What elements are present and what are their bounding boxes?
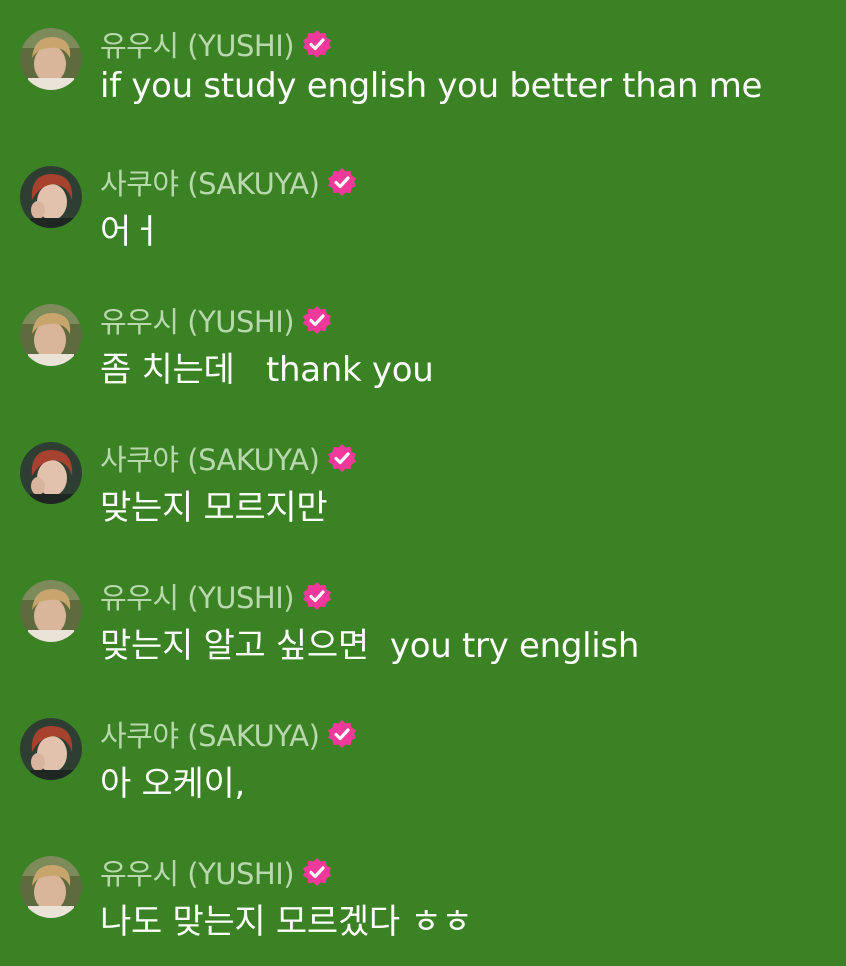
username: 유우시 (YUSHI) <box>100 29 295 63</box>
username: 유우시 (YUSHI) <box>100 857 295 891</box>
chat-message: 사쿠야 (SAKUYA) 맞는지 모르지만 <box>0 442 846 552</box>
verified-badge-icon <box>327 719 357 749</box>
chat-message: 유우시 (YUSHI) 맞는지 알고 싶으면 you try english <box>0 580 846 690</box>
username: 사쿠야 (SAKUYA) <box>100 167 320 201</box>
username-row: 사쿠야 (SAKUYA) <box>100 438 357 478</box>
message-text: 어ㅓ <box>100 212 162 252</box>
avatar[interactable] <box>20 166 82 228</box>
username-row: 유우시 (YUSHI) <box>100 300 332 340</box>
avatar[interactable] <box>20 28 82 90</box>
yushi-avatar-icon <box>20 580 82 642</box>
avatar[interactable] <box>20 718 82 780</box>
yushi-avatar-icon <box>20 856 82 918</box>
username-row: 유우시 (YUSHI) <box>100 852 332 892</box>
message-text: if you study english you better than me <box>100 66 763 106</box>
sakuya-avatar-icon <box>20 166 82 228</box>
chat-message: 유우시 (YUSHI) 나도 맞는지 모르겠다 ㅎㅎ <box>0 856 846 966</box>
chat-message: 사쿠야 (SAKUYA) 아 오케이, <box>0 718 846 828</box>
verified-badge-icon <box>327 443 357 473</box>
verified-badge-icon <box>327 167 357 197</box>
chat-message: 유우시 (YUSHI) if you study english you bet… <box>0 28 846 138</box>
message-text: 아 오케이, <box>100 764 245 804</box>
username: 사쿠야 (SAKUYA) <box>100 719 320 753</box>
username: 유우시 (YUSHI) <box>100 581 295 615</box>
username-row: 유우시 (YUSHI) <box>100 24 332 64</box>
avatar[interactable] <box>20 580 82 642</box>
live-chat-feed: 유우시 (YUSHI) if you study english you bet… <box>0 0 846 963</box>
username-row: 유우시 (YUSHI) <box>100 576 332 616</box>
avatar[interactable] <box>20 442 82 504</box>
username-row: 사쿠야 (SAKUYA) <box>100 162 357 202</box>
username: 사쿠야 (SAKUYA) <box>100 443 320 477</box>
avatar[interactable] <box>20 856 82 918</box>
message-text: 좀 치는데 thank you <box>100 350 434 390</box>
verified-badge-icon <box>302 305 332 335</box>
message-text: 맞는지 알고 싶으면 you try english <box>100 626 640 666</box>
verified-badge-icon <box>302 581 332 611</box>
username-row: 사쿠야 (SAKUYA) <box>100 714 357 754</box>
verified-badge-icon <box>302 29 332 59</box>
message-text: 나도 맞는지 모르겠다 ㅎㅎ <box>100 902 473 942</box>
chat-message: 사쿠야 (SAKUYA) 어ㅓ <box>0 166 846 276</box>
chat-message: 유우시 (YUSHI) 좀 치는데 thank you <box>0 304 846 414</box>
yushi-avatar-icon <box>20 28 82 90</box>
yushi-avatar-icon <box>20 304 82 366</box>
message-text: 맞는지 모르지만 <box>100 488 328 528</box>
sakuya-avatar-icon <box>20 718 82 780</box>
sakuya-avatar-icon <box>20 442 82 504</box>
username: 유우시 (YUSHI) <box>100 305 295 339</box>
avatar[interactable] <box>20 304 82 366</box>
verified-badge-icon <box>302 857 332 887</box>
